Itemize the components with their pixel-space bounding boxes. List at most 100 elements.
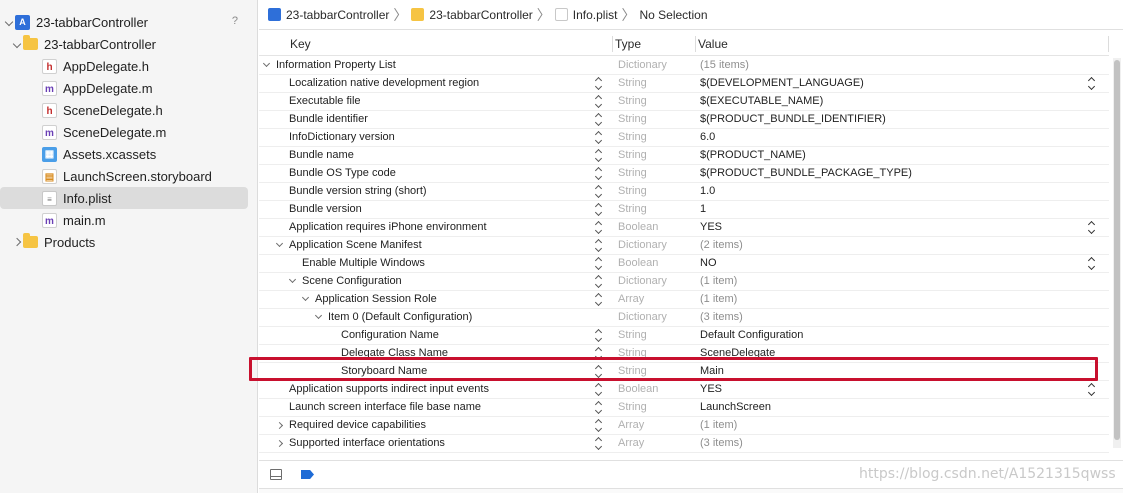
plist-row[interactable]: Bundle name String $(PRODUCT_NAME): [259, 147, 1109, 165]
value-popup-stepper-icon[interactable]: [1087, 221, 1097, 235]
plist-row[interactable]: Configuration Name String Default Configur…: [259, 327, 1109, 345]
plist-key[interactable]: Information Property List: [276, 59, 396, 71]
key-popup-stepper-icon[interactable]: [594, 239, 604, 253]
plist-type[interactable]: Array: [618, 293, 644, 305]
plist-key[interactable]: Bundle version: [289, 203, 362, 215]
key-popup-stepper-icon[interactable]: [594, 419, 604, 433]
plist-row[interactable]: Localization native development region St…: [259, 75, 1109, 93]
plist-row[interactable]: Scene Configuration Dictionary (1 item): [259, 273, 1109, 291]
key-popup-stepper-icon[interactable]: [594, 77, 604, 91]
plist-row[interactable]: Bundle OS Type code String $(PRODUCT_BUNDL…: [259, 165, 1109, 183]
plist-value[interactable]: 1: [700, 203, 706, 215]
scrollbar-thumb[interactable]: [1114, 60, 1120, 440]
plist-type[interactable]: Boolean: [618, 221, 658, 233]
plist-key[interactable]: Bundle version string (short): [289, 185, 427, 197]
plist-type[interactable]: String: [618, 329, 647, 341]
hide-debug-area-icon[interactable]: [270, 469, 282, 480]
plist-value[interactable]: LaunchScreen: [700, 401, 771, 413]
plist-key[interactable]: Required device capabilities: [289, 419, 426, 431]
nav-file-row[interactable]: m main.m: [0, 209, 258, 231]
value-popup-stepper-icon[interactable]: [1087, 257, 1097, 271]
nav-file-row[interactable]: m SceneDelegate.m: [0, 121, 258, 143]
plist-type[interactable]: Dictionary: [618, 311, 667, 323]
disclosure-open-icon[interactable]: [288, 275, 297, 284]
plist-type[interactable]: String: [618, 167, 647, 179]
column-key-header[interactable]: Key: [290, 37, 311, 51]
plist-row[interactable]: Supported interface orientations Array (3 …: [259, 435, 1109, 453]
plist-row[interactable]: Launch screen interface file base name St…: [259, 399, 1109, 417]
jumpbar-project[interactable]: 23-tabbarController: [268, 8, 389, 22]
key-popup-stepper-icon[interactable]: [594, 113, 604, 127]
plist-key[interactable]: Application Scene Manifest: [289, 239, 422, 251]
plist-key[interactable]: Item 0 (Default Configuration): [328, 311, 472, 323]
disclosure-open-icon[interactable]: [314, 311, 323, 320]
value-popup-stepper-icon[interactable]: [1087, 77, 1097, 91]
key-popup-stepper-icon[interactable]: [594, 221, 604, 235]
jumpbar-file[interactable]: Info.plist: [554, 8, 617, 22]
disclosure-closed-icon[interactable]: [11, 237, 23, 248]
key-popup-stepper-icon[interactable]: [594, 275, 604, 289]
plist-type[interactable]: String: [618, 203, 647, 215]
plist-value[interactable]: $(EXECUTABLE_NAME): [700, 95, 823, 107]
plist-key[interactable]: Bundle name: [289, 149, 354, 161]
plist-type[interactable]: String: [618, 149, 647, 161]
column-divider[interactable]: [612, 36, 613, 52]
jumpbar-selection[interactable]: No Selection: [639, 8, 707, 22]
plist-row[interactable]: Enable Multiple Windows Boolean NO: [259, 255, 1109, 273]
plist-value[interactable]: 6.0: [700, 131, 715, 143]
plist-value[interactable]: $(PRODUCT_BUNDLE_PACKAGE_TYPE): [700, 167, 912, 179]
disclosure-open-icon[interactable]: [262, 59, 271, 68]
nav-file-row[interactable]: m AppDelegate.m: [0, 77, 258, 99]
key-popup-stepper-icon[interactable]: [594, 95, 604, 109]
plist-key[interactable]: Bundle identifier: [289, 113, 368, 125]
plist-row[interactable]: Information Property List Dictionary (15 i…: [259, 57, 1109, 75]
disclosure-open-icon[interactable]: [11, 39, 23, 50]
plist-key[interactable]: Executable file: [289, 95, 361, 107]
key-popup-stepper-icon[interactable]: [594, 167, 604, 181]
value-popup-stepper-icon[interactable]: [1087, 383, 1097, 397]
plist-type[interactable]: Boolean: [618, 257, 658, 269]
plist-row[interactable]: Application requires iPhone environment B…: [259, 219, 1109, 237]
plist-value[interactable]: Default Configuration: [700, 329, 803, 341]
column-type-header[interactable]: Type: [615, 37, 641, 51]
jumpbar-group[interactable]: 23-tabbarController: [411, 8, 533, 22]
plist-key[interactable]: Localization native development region: [289, 77, 479, 89]
vertical-scrollbar[interactable]: [1113, 58, 1121, 448]
plist-row[interactable]: InfoDictionary version String 6.0: [259, 129, 1109, 147]
nav-file-row[interactable]: h SceneDelegate.h: [0, 99, 258, 121]
plist-value[interactable]: YES: [700, 383, 722, 395]
plist-type[interactable]: Array: [618, 437, 644, 449]
nav-project-row[interactable]: A 23-tabbarController ?: [0, 11, 258, 33]
plist-row[interactable]: Bundle version string (short) String 1.0: [259, 183, 1109, 201]
disclosure-open-icon[interactable]: [3, 17, 15, 28]
column-divider[interactable]: [695, 36, 696, 52]
plist-row[interactable]: Item 0 (Default Configuration) Dictionary…: [259, 309, 1109, 327]
plist-value[interactable]: 1.0: [700, 185, 715, 197]
key-popup-stepper-icon[interactable]: [594, 149, 604, 163]
key-popup-stepper-icon[interactable]: [594, 185, 604, 199]
breakpoints-toggle-icon[interactable]: [301, 470, 314, 479]
plist-row[interactable]: Application Scene Manifest Dictionary (2 i…: [259, 237, 1109, 255]
plist-type[interactable]: Dictionary: [618, 275, 667, 287]
plist-type[interactable]: String: [618, 77, 647, 89]
key-popup-stepper-icon[interactable]: [594, 329, 604, 343]
plist-type[interactable]: Dictionary: [618, 239, 667, 251]
plist-row[interactable]: Required device capabilities Array (1 item…: [259, 417, 1109, 435]
plist-type[interactable]: String: [618, 95, 647, 107]
key-popup-stepper-icon[interactable]: [594, 401, 604, 415]
plist-value[interactable]: $(PRODUCT_BUNDLE_IDENTIFIER): [700, 113, 886, 125]
plist-type[interactable]: String: [618, 185, 647, 197]
plist-key[interactable]: Application requires iPhone environment: [289, 221, 487, 233]
plist-key[interactable]: Enable Multiple Windows: [302, 257, 425, 269]
nav-products-row[interactable]: Products: [0, 231, 258, 253]
plist-key[interactable]: Bundle OS Type code: [289, 167, 396, 179]
plist-type[interactable]: Boolean: [618, 383, 658, 395]
plist-row[interactable]: Executable file String $(EXECUTABLE_NAME): [259, 93, 1109, 111]
plist-key[interactable]: Application Session Role: [315, 293, 437, 305]
plist-row[interactable]: Bundle identifier String $(PRODUCT_BUNDLE_…: [259, 111, 1109, 129]
plist-value[interactable]: YES: [700, 221, 722, 233]
plist-key[interactable]: Launch screen interface file base name: [289, 401, 481, 413]
key-popup-stepper-icon[interactable]: [594, 383, 604, 397]
plist-type[interactable]: Array: [618, 419, 644, 431]
plist-key[interactable]: Application supports indirect input even…: [289, 383, 489, 395]
